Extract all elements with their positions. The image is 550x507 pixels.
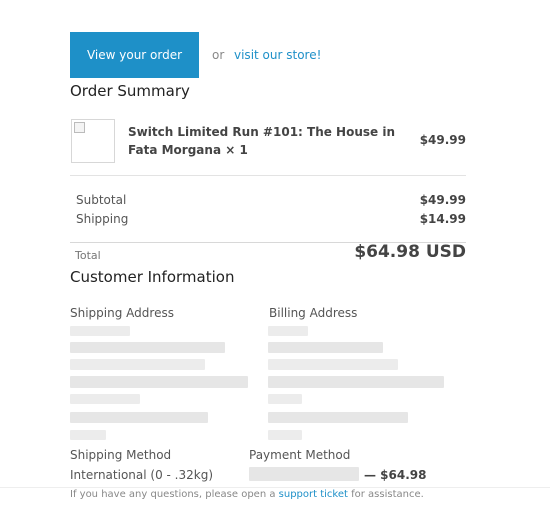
billing-address-redacted [268, 322, 458, 446]
product-title: Switch Limited Run #101: The House in Fa… [128, 125, 396, 157]
payment-amount: — $64.98 [364, 468, 427, 482]
product-price: $49.99 [419, 133, 466, 147]
subtotal-value: $49.99 [419, 193, 466, 207]
shipping-method-label: Shipping Method [70, 448, 172, 462]
payment-method-label: Payment Method [249, 448, 351, 462]
or-text: or [212, 48, 225, 62]
support-ticket-link[interactable]: support ticket [279, 489, 348, 500]
shipping-label: Shipping [76, 212, 129, 226]
visit-store-link[interactable]: visit our store! [234, 48, 321, 62]
shipping-value: $14.99 [419, 212, 466, 226]
customer-info-heading: Customer Information [70, 268, 235, 286]
footer-suffix: for assistance. [351, 489, 424, 500]
product-thumbnail [71, 119, 115, 163]
payment-method-redacted [249, 467, 359, 481]
view-order-button[interactable]: View your order [70, 32, 199, 78]
shipping-address-redacted [70, 322, 260, 446]
order-summary-heading: Order Summary [70, 82, 190, 100]
divider [70, 175, 466, 176]
footer-text: If you have any questions, please open a… [70, 489, 424, 500]
total-value: $64.98 USD [354, 242, 466, 262]
footer-divider [0, 487, 550, 488]
total-label: Total [75, 249, 101, 262]
footer-prefix: If you have any questions, please open a [70, 489, 276, 500]
subtotal-label: Subtotal [76, 193, 127, 207]
billing-address-label: Billing Address [269, 306, 358, 320]
shipping-address-label: Shipping Address [70, 306, 174, 320]
shipping-method-value: International (0 - .32kg) [70, 468, 214, 482]
